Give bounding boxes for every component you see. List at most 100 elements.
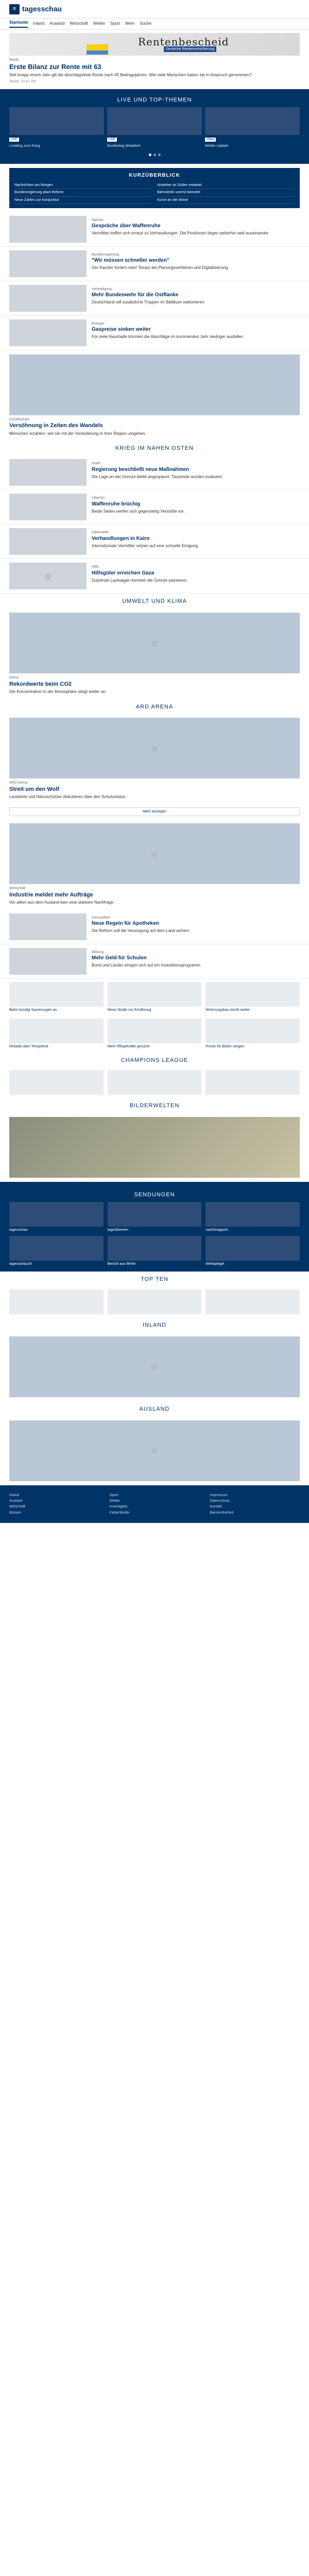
nav-item[interactable]: Wirtschaft [70, 21, 88, 27]
carousel-item[interactable]: Video Wetter-Update [205, 107, 300, 148]
story-headline[interactable]: Gespräche über Waffenruhe [92, 223, 300, 229]
story-teaser[interactable]: Nahost Gespräche über Waffenruhe Vermitt… [0, 212, 309, 247]
story-headline[interactable]: Hilfsgüter erreichen Gaza [92, 570, 300, 577]
footer-link[interactable]: Faktenfinder [110, 1510, 200, 1516]
overview-item[interactable]: Unwetter im Süden erwartet [157, 182, 295, 190]
carousel-item[interactable]: LIVE Liveblog zum Krieg [9, 107, 104, 148]
grid-item[interactable]: Bahn kündigt Sanierungen an [9, 981, 104, 1012]
show-title[interactable]: tagesthemen [108, 1228, 202, 1232]
story-teaser[interactable]: Bildung Mehr Geld für Schulen Bund und L… [0, 944, 309, 979]
nav-item[interactable]: Mehr [125, 21, 134, 27]
footer-link[interactable]: Wissen [9, 1510, 99, 1516]
story-headline[interactable]: "Wir müssen schneller werden" [92, 258, 300, 264]
more-button[interactable]: Mehr anzeigen [9, 807, 300, 817]
grid-title[interactable]: Neue Studie zur Ernährung [108, 1008, 202, 1012]
show-title[interactable]: tagesschau [9, 1228, 104, 1232]
grid-image [205, 1289, 300, 1314]
footer-link[interactable]: Wirtschaft [9, 1504, 99, 1510]
story-teaser[interactable]: Verteidigung Mehr Bundeswehr für die Ost… [0, 281, 309, 316]
grid-title[interactable]: Preise für Butter steigen [205, 1044, 300, 1049]
feature-story[interactable]: ▦ [0, 1416, 309, 1485]
carousel-dot[interactable] [153, 154, 156, 157]
feature-story[interactable]: ▦ Klima Rekordwerte beim CO2 Die Konzent… [0, 608, 309, 699]
grid-item[interactable] [9, 1070, 104, 1095]
story-headline[interactable]: Mehr Bundeswehr für die Ostflanke [92, 292, 300, 298]
footer-link[interactable]: Sport [110, 1493, 200, 1498]
grid-item[interactable]: Mehr Pflegekräfte gesucht [107, 1019, 202, 1049]
show-item[interactable]: tagesschau24 [9, 1235, 104, 1266]
show-item[interactable]: tagesthemen [107, 1202, 202, 1232]
grid-title[interactable]: Wohnungsbau stockt weiter [205, 1008, 300, 1012]
grid-item[interactable]: Neue Studie zur Ernährung [107, 981, 202, 1012]
feature-story[interactable]: Gesellschaft Versöhnung in Zeiten des Wa… [0, 350, 309, 440]
nav-item[interactable]: Suche [140, 21, 152, 27]
footer-link[interactable]: Barrierefreiheit [210, 1510, 300, 1516]
story-headline[interactable]: Mehr Geld für Schulen [92, 955, 300, 961]
section-title-topten: TOP TEN [140, 1276, 169, 1282]
grid-item[interactable]: Debatte über Tempolimit [9, 1019, 104, 1049]
story-teaser[interactable]: ▦ Hilfe Hilfsgüter erreichen Gaza Dutzen… [0, 559, 309, 594]
feature-story[interactable]: ▦ ARD Arena Streit um den Wolf Landwirte… [0, 714, 309, 804]
feature-headline[interactable]: Versöhnung in Zeiten des Wandels [9, 422, 300, 429]
feature-headline[interactable]: Streit um den Wolf [9, 786, 300, 793]
nav-item[interactable]: Sport [110, 21, 120, 27]
grid-item[interactable] [9, 1289, 104, 1314]
footer-link[interactable]: Impressum [210, 1493, 300, 1498]
grid-item[interactable]: Wohnungsbau stockt weiter [205, 981, 300, 1012]
grid-item[interactable] [205, 1070, 300, 1095]
footer-link[interactable]: Ausland [9, 1498, 99, 1504]
feature-headline[interactable]: Industrie meldet mehr Aufträge [9, 892, 300, 899]
nav-item[interactable]: Ausland [49, 21, 64, 27]
hero-story[interactable]: Rentenbescheid Deutsche Rentenversicheru… [0, 30, 309, 89]
carousel-dot[interactable] [158, 154, 161, 157]
show-item[interactable]: Weltspiegel [205, 1235, 300, 1266]
show-title[interactable]: Bericht aus Berlin [108, 1262, 202, 1266]
nav-item[interactable]: Startseite [9, 20, 28, 28]
grid-item[interactable] [107, 1070, 202, 1095]
overview-item[interactable]: Bahnstreik vorerst beendet [157, 189, 295, 197]
show-item[interactable]: nachtmagazin [205, 1202, 300, 1232]
show-title[interactable]: nachtmagazin [205, 1228, 300, 1232]
story-headline[interactable]: Neue Regeln für Apotheken [92, 921, 300, 927]
overview-item[interactable]: Nachrichten am Morgen [14, 182, 152, 190]
show-item[interactable]: tagesschau [9, 1202, 104, 1232]
grid-item[interactable] [107, 1289, 202, 1314]
grid-title[interactable]: Debatte über Tempolimit [9, 1044, 104, 1049]
hero-headline[interactable]: Erste Bilanz zur Rente mit 63 [9, 63, 300, 71]
feature-headline[interactable]: Rekordwerte beim CO2 [9, 681, 300, 688]
show-title[interactable]: tagesschau24 [9, 1262, 104, 1266]
footer-link[interactable]: Inland [9, 1493, 99, 1498]
grid-item[interactable]: Preise für Butter steigen [205, 1019, 300, 1049]
story-teaser[interactable]: Diplomatie Verhandlungen in Kairo Intern… [0, 524, 309, 560]
logo[interactable]: ≡ tagesschau [9, 4, 62, 14]
carousel-dot[interactable] [148, 154, 151, 157]
feature-story[interactable]: ▦ Wirtschaft Industrie meldet mehr Auftr… [0, 819, 309, 909]
story-headline[interactable]: Verhandlungen in Kairo [92, 536, 300, 542]
story-teaser[interactable]: Bundesregierung "Wir müssen schneller we… [0, 247, 309, 282]
gallery[interactable] [0, 1113, 309, 1182]
story-headline[interactable]: Regierung beschließt neue Maßnahmen [92, 467, 300, 473]
story-teaser[interactable]: Energie Gaspreise sinken weiter Für viel… [0, 316, 309, 351]
footer-link[interactable]: Investigativ [110, 1504, 200, 1510]
footer-link[interactable]: Datenschutz [210, 1498, 300, 1504]
grid-title[interactable]: Bahn kündigt Sanierungen an [9, 1008, 104, 1012]
overview-item[interactable]: Neue Zahlen zur Konjunktur [14, 197, 152, 205]
overview-item[interactable]: Kurse an der Börse [157, 197, 295, 205]
grid-title[interactable]: Mehr Pflegekräfte gesucht [108, 1044, 202, 1049]
grid-item[interactable] [205, 1289, 300, 1314]
nav-item[interactable]: Inland [33, 21, 44, 27]
story-headline[interactable]: Gaspreise sinken weiter [92, 327, 300, 333]
nav-item[interactable]: Wetter [93, 21, 105, 27]
story-teaser[interactable]: Gesundheit Neue Regeln für Apotheken Die… [0, 910, 309, 944]
carousel-dots[interactable] [9, 148, 300, 159]
story-headline[interactable]: Waffenruhe brüchig [92, 501, 300, 507]
show-title[interactable]: Weltspiegel [205, 1262, 300, 1266]
show-item[interactable]: Bericht aus Berlin [107, 1235, 202, 1266]
overview-item[interactable]: Bundesregierung plant Reform [14, 189, 152, 197]
footer-link[interactable]: Kontakt [210, 1504, 300, 1510]
story-teaser[interactable]: Libanon Waffenruhe brüchig Beide Seiten … [0, 490, 309, 525]
carousel-item[interactable]: LIVE Bundestag debattiert [107, 107, 202, 148]
feature-story[interactable]: ▦ [0, 1332, 309, 1401]
story-teaser[interactable]: Israel Regierung beschließt neue Maßnahm… [0, 455, 309, 490]
footer-link[interactable]: Wetter [110, 1498, 200, 1504]
